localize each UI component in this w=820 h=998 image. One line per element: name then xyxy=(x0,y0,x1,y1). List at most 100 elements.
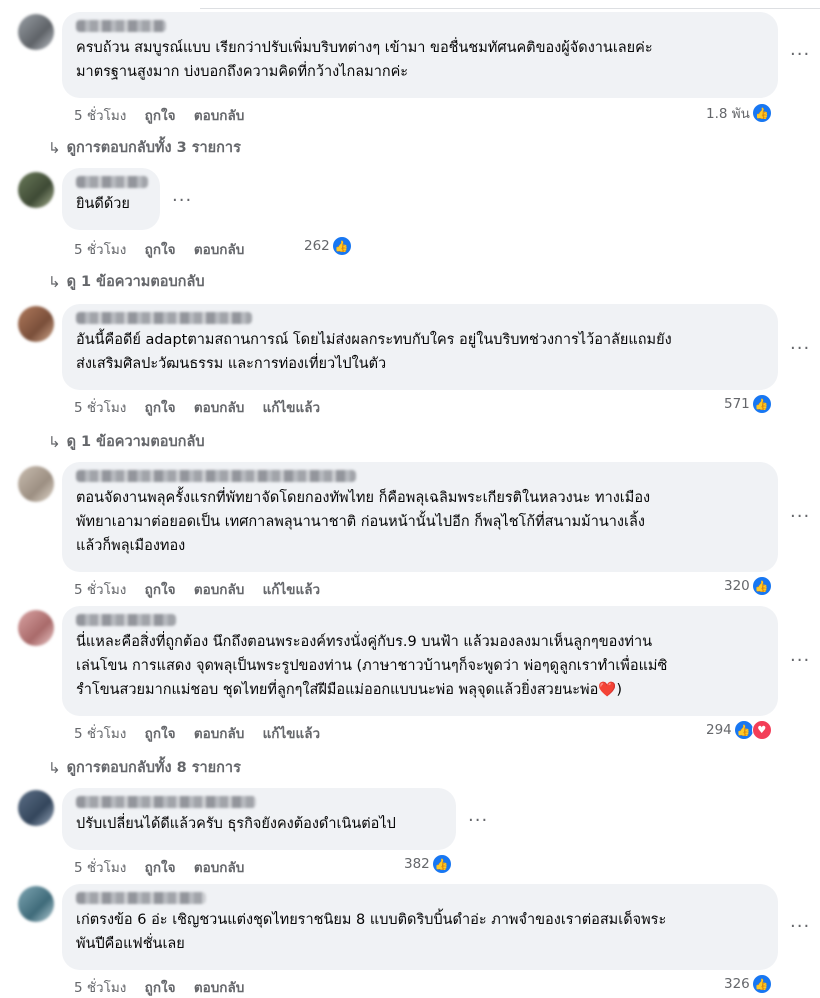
reply-button[interactable]: ตอบกลับ xyxy=(194,400,244,416)
reply-button[interactable]: ตอบกลับ xyxy=(194,582,244,598)
like-reaction-icon: 👍 xyxy=(733,720,754,740)
comment-text: ยินดีด้วย xyxy=(76,196,130,212)
avatar[interactable] xyxy=(18,610,54,646)
more-dots-icon[interactable]: ··· xyxy=(468,812,488,830)
edited-label: แก้ไขแล้ว xyxy=(262,726,321,742)
reply-button[interactable]: ตอบกลับ xyxy=(194,980,244,996)
heart-emoji-icon: ❤️ xyxy=(598,682,617,698)
like-reaction-icon: 👍 xyxy=(331,236,352,256)
view-replies-link[interactable]: ↳ ดูการตอบกลับทั้ง 3 รายการ xyxy=(48,136,241,159)
comment-actions: 5 ชั่วโมง ถูกใจ ตอบกลับ แก้ไขแล้ว xyxy=(74,396,334,418)
like-reaction-icon: 👍 xyxy=(751,974,772,994)
reaction-summary[interactable]: 571 👍 xyxy=(724,394,772,414)
comment-text: ปรับเปลี่ยนได้ดีแล้วครับ ธุรกิจยังคงต้อง… xyxy=(76,816,396,832)
edited-label: แก้ไขแล้ว xyxy=(262,400,321,416)
view-replies-label: ดูการตอบกลับทั้ง 8 รายการ xyxy=(66,760,241,776)
comment-actions: 5 ชั่วโมง ถูกใจ ตอบกลับ xyxy=(74,856,258,878)
comment-text: อันนี้คือดีย์ adaptตามสถานการณ์ โดยไม่ส่… xyxy=(76,332,672,372)
like-reaction-icon: 👍 xyxy=(751,394,772,414)
comment-actions: 5 ชั่วโมง ถูกใจ ตอบกลับ แก้ไขแล้ว xyxy=(74,722,334,744)
like-button[interactable]: ถูกใจ xyxy=(145,400,176,416)
comment-text: นี่แหละคือสิ่งที่ถูกต้อง นึกถึงตอนพระองค… xyxy=(76,630,764,702)
avatar[interactable] xyxy=(18,306,54,342)
reaction-summary[interactable]: 326 👍 xyxy=(724,974,772,994)
like-reaction-icon: 👍 xyxy=(751,103,772,123)
edited-label: แก้ไขแล้ว xyxy=(262,582,321,598)
like-button[interactable]: ถูกใจ xyxy=(145,108,176,124)
reaction-count: 326 xyxy=(724,976,750,992)
like-reaction-icon: 👍 xyxy=(431,854,452,874)
view-replies-label: ดู 1 ข้อความตอบกลับ xyxy=(66,274,205,290)
avatar[interactable] xyxy=(18,790,54,826)
reply-button[interactable]: ตอบกลับ xyxy=(194,108,244,124)
comment-actions: 5 ชั่วโมง ถูกใจ ตอบกลับ xyxy=(74,976,258,998)
comment-actions: 5 ชั่วโมง ถูกใจ ตอบกลับ xyxy=(74,238,258,260)
commenter-name[interactable] xyxy=(76,176,148,188)
comment-text-body: นี่แหละคือสิ่งที่ถูกต้อง นึกถึงตอนพระองค… xyxy=(76,634,668,698)
reply-button[interactable]: ตอบกลับ xyxy=(194,242,244,258)
timestamp[interactable]: 5 ชั่วโมง xyxy=(74,400,126,416)
comment-bubble: เก่ตรงข้อ 6 อ่ะ เชิญชวนแต่งชุดไทยราชนิยม… xyxy=(62,884,778,970)
reply-arrow-icon: ↳ xyxy=(48,138,61,157)
timestamp[interactable]: 5 ชั่วโมง xyxy=(74,860,126,876)
avatar[interactable] xyxy=(18,466,54,502)
reaction-summary[interactable]: 382 👍 xyxy=(404,854,452,874)
reply-arrow-icon: ↳ xyxy=(48,432,61,451)
view-replies-label: ดู 1 ข้อความตอบกลับ xyxy=(66,434,205,450)
reaction-count: 320 xyxy=(724,578,750,594)
reaction-count: 571 xyxy=(724,396,750,412)
reaction-summary[interactable]: 320 👍 xyxy=(724,576,772,596)
commenter-name[interactable] xyxy=(76,796,256,808)
more-dots-icon[interactable]: ··· xyxy=(790,918,810,936)
avatar[interactable] xyxy=(18,14,54,50)
view-replies-link[interactable]: ↳ ดูการตอบกลับทั้ง 8 รายการ xyxy=(48,756,241,779)
reaction-summary[interactable]: 294 👍 ♥ xyxy=(706,720,772,740)
like-reaction-icon: 👍 xyxy=(751,576,772,596)
view-replies-link[interactable]: ↳ ดู 1 ข้อความตอบกลับ xyxy=(48,430,205,453)
commenter-name[interactable] xyxy=(76,312,252,324)
commenter-name[interactable] xyxy=(76,892,206,904)
timestamp[interactable]: 5 ชั่วโมง xyxy=(74,242,126,258)
like-button[interactable]: ถูกใจ xyxy=(145,582,176,598)
like-button[interactable]: ถูกใจ xyxy=(145,980,176,996)
comment-bubble: อันนี้คือดีย์ adaptตามสถานการณ์ โดยไม่ส่… xyxy=(62,304,778,390)
timestamp[interactable]: 5 ชั่วโมง xyxy=(74,980,126,996)
like-button[interactable]: ถูกใจ xyxy=(145,242,176,258)
more-dots-icon[interactable]: ··· xyxy=(790,340,810,358)
reaction-count: 262 xyxy=(304,238,330,254)
comment-actions: 5 ชั่วโมง ถูกใจ ตอบกลับ xyxy=(74,104,258,126)
love-reaction-icon: ♥ xyxy=(751,720,772,740)
comment-text-tail: ) xyxy=(616,682,623,698)
reaction-count: 294 xyxy=(706,722,732,738)
comment-bubble: ยินดีด้วย xyxy=(62,168,160,230)
reaction-summary[interactable]: 1.8 พัน 👍 xyxy=(706,102,772,124)
timestamp[interactable]: 5 ชั่วโมง xyxy=(74,582,126,598)
timestamp[interactable]: 5 ชั่วโมง xyxy=(74,108,126,124)
comment-text: ครบถ้วน สมบูรณ์แบบ เรียกว่าปรับเพิ่มบริบ… xyxy=(76,40,653,80)
like-button[interactable]: ถูกใจ xyxy=(145,726,176,742)
top-divider xyxy=(200,8,820,9)
avatar[interactable] xyxy=(18,886,54,922)
view-replies-label: ดูการตอบกลับทั้ง 3 รายการ xyxy=(66,140,241,156)
avatar[interactable] xyxy=(18,172,54,208)
reply-button[interactable]: ตอบกลับ xyxy=(194,860,244,876)
comment-bubble: ครบถ้วน สมบูรณ์แบบ เรียกว่าปรับเพิ่มบริบ… xyxy=(62,12,778,98)
more-dots-icon[interactable]: ··· xyxy=(790,46,810,64)
view-replies-link[interactable]: ↳ ดู 1 ข้อความตอบกลับ xyxy=(48,270,205,293)
like-button[interactable]: ถูกใจ xyxy=(145,860,176,876)
commenter-name[interactable] xyxy=(76,20,166,32)
comment-text: ตอนจัดงานพลุครั้งแรกที่พัทยาจัดโดยกองทัพ… xyxy=(76,490,651,554)
timestamp[interactable]: 5 ชั่วโมง xyxy=(74,726,126,742)
reaction-count: 382 xyxy=(404,856,430,872)
comment-bubble: ตอนจัดงานพลุครั้งแรกที่พัทยาจัดโดยกองทัพ… xyxy=(62,462,778,572)
comment-bubble: ปรับเปลี่ยนได้ดีแล้วครับ ธุรกิจยังคงต้อง… xyxy=(62,788,456,850)
more-dots-icon[interactable]: ··· xyxy=(790,508,810,526)
comment-actions: 5 ชั่วโมง ถูกใจ ตอบกลับ แก้ไขแล้ว xyxy=(74,578,334,600)
more-dots-icon[interactable]: ··· xyxy=(790,652,810,670)
more-dots-icon[interactable]: ··· xyxy=(172,192,192,210)
reply-button[interactable]: ตอบกลับ xyxy=(194,726,244,742)
commenter-name[interactable] xyxy=(76,614,176,626)
reaction-summary[interactable]: 262 👍 xyxy=(304,236,352,256)
commenter-name[interactable] xyxy=(76,470,356,482)
reply-arrow-icon: ↳ xyxy=(48,758,61,777)
